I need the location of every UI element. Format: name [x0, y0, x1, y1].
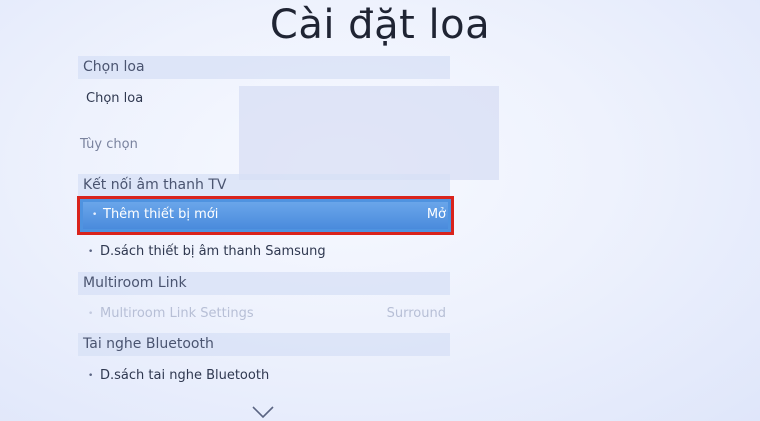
section-header-multiroom: Multiroom Link [78, 272, 450, 295]
menu-item-value: Mở [426, 207, 446, 222]
menu-item-bluetooth-list[interactable]: • D.sách tai nghe Bluetooth [78, 364, 450, 388]
menu-item-label: Thêm thiết bị mới [103, 207, 219, 222]
page-title: Cài đặt loa [269, 2, 491, 48]
chevron-down-icon[interactable] [252, 405, 274, 419]
menu-item-label: D.sách tai nghe Bluetooth [100, 368, 270, 383]
menu-item-label: Chọn loa [86, 91, 144, 106]
section-header-bluetooth: Tai nghe Bluetooth [78, 333, 450, 356]
bullet-icon: • [88, 309, 94, 319]
bullet-icon: • [88, 371, 94, 381]
menu-item-multiroom-settings: • Multiroom Link Settings Surround [78, 302, 450, 326]
section-header-chon-loa: Chọn loa [78, 56, 450, 79]
menu-item-label: D.sách thiết bị âm thanh Samsung [100, 244, 326, 259]
section-header-ket-noi: Kết nối âm thanh TV [78, 174, 450, 197]
menu-item-add-new-device[interactable]: • Thêm thiết bị mới Mở [77, 196, 454, 235]
bullet-icon: • [92, 210, 98, 220]
bullet-icon: • [88, 247, 94, 257]
menu-item-value: Surround [386, 306, 446, 321]
menu-item-label: Multiroom Link Settings [100, 306, 254, 321]
menu-item-samsung-audio-list[interactable]: • D.sách thiết bị âm thanh Samsung [78, 240, 450, 264]
option-label: Tùy chọn [80, 137, 138, 152]
menu-item-chon-loa[interactable]: Chọn loa [78, 87, 450, 111]
